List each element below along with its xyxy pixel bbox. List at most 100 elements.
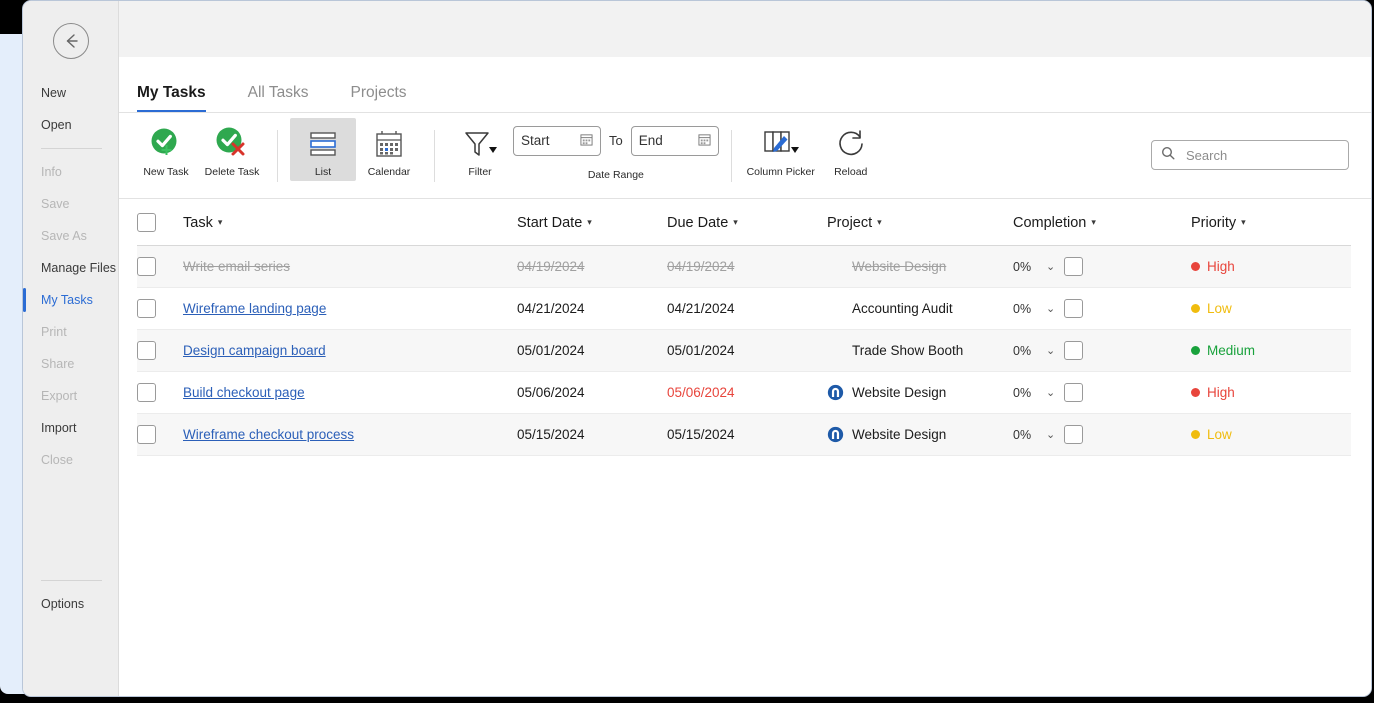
table-row[interactable]: Wireframe checkout process 05/15/2024 05/1…: [137, 413, 1351, 456]
sidebar-item-import[interactable]: Import: [23, 412, 118, 444]
completion-percent: 0%: [1013, 259, 1032, 274]
priority-label: Low: [1207, 427, 1232, 442]
completion-checkbox[interactable]: [1064, 425, 1084, 444]
sidebar-item-new[interactable]: New: [23, 77, 118, 109]
sidebar-divider: [41, 580, 102, 581]
row-checkbox[interactable]: [137, 383, 156, 402]
search-input[interactable]: [1184, 146, 1339, 164]
column-header-due_date[interactable]: Due Date ▾: [667, 199, 827, 246]
calendar-picker-icon[interactable]: [698, 133, 711, 149]
priority-cell: Low: [1191, 287, 1351, 330]
funnel-icon: [461, 124, 499, 164]
column-header-priority[interactable]: Priority ▾: [1191, 199, 1351, 246]
chevron-down-icon[interactable]: ⌄: [1046, 344, 1055, 357]
delete-task-button[interactable]: Delete Task: [199, 118, 265, 178]
column-header-task[interactable]: Task ▾: [183, 199, 517, 246]
sidebar-item-info: Info: [41, 165, 62, 179]
ribbon-group-views: List Calendar: [290, 117, 422, 194]
sidebar-item-options[interactable]: Options: [23, 588, 118, 620]
table-row[interactable]: Design campaign board 05/01/2024 05/01/202…: [137, 329, 1351, 372]
table-row[interactable]: Wireframe landing page 04/21/2024 04/21/20…: [137, 287, 1351, 330]
end-date-field[interactable]: End: [630, 125, 719, 156]
date-range-group: Start To End Date Range: [513, 118, 719, 194]
reload-button[interactable]: Reload: [818, 118, 884, 178]
completion-percent: 0%: [1013, 301, 1032, 316]
completion-cell: 0% ⌄: [1013, 245, 1191, 288]
sidebar-item-my-tasks[interactable]: My Tasks: [23, 284, 118, 316]
completion-checkbox[interactable]: [1064, 257, 1084, 276]
new-task-button[interactable]: New Task: [133, 118, 199, 178]
column-header-label: Task: [183, 214, 213, 231]
column-header-start_date[interactable]: Start Date ▾: [517, 199, 667, 246]
sidebar-item-save: Save: [41, 197, 70, 211]
calendar-icon: [373, 124, 405, 164]
row-checkbox[interactable]: [137, 425, 156, 444]
start-date-value: 04/19/2024: [517, 259, 585, 274]
calendar-view-button[interactable]: Calendar: [356, 118, 422, 178]
back-button[interactable]: [52, 23, 89, 59]
due-date-cell: 05/06/2024: [667, 371, 827, 414]
table-row[interactable]: Write email series 04/19/2024 04/19/2024 We…: [137, 245, 1351, 288]
sort-caret-icon[interactable]: ▾: [1241, 217, 1246, 227]
task-name-link[interactable]: Wireframe checkout process: [183, 427, 354, 442]
search-box[interactable]: [1151, 140, 1349, 170]
task-name-link[interactable]: Design campaign board: [183, 343, 326, 358]
priority-wrapper: High: [1191, 259, 1351, 274]
sort-caret-icon[interactable]: ▾: [877, 217, 882, 227]
sidebar-item-open[interactable]: Open: [23, 109, 118, 141]
select-all-checkbox[interactable]: [137, 213, 156, 232]
table-row[interactable]: Build checkout page 05/06/2024 05/06/2024 W…: [137, 371, 1351, 414]
column-header-completion[interactable]: Completion ▾: [1013, 199, 1191, 246]
sort-caret-icon[interactable]: ▾: [1091, 217, 1096, 227]
priority-dot-icon: [1191, 388, 1200, 397]
calendar-view-label: Calendar: [367, 165, 411, 178]
chevron-down-icon[interactable]: ⌄: [1046, 302, 1055, 315]
task-name-link[interactable]: Build checkout page: [183, 385, 305, 400]
row-checkbox[interactable]: [137, 341, 156, 360]
tab-all-tasks[interactable]: All Tasks: [248, 84, 309, 112]
task-name-link[interactable]: Write email series: [183, 259, 290, 274]
sort-caret-icon[interactable]: ▾: [587, 217, 592, 227]
completion-checkbox[interactable]: [1064, 299, 1084, 318]
completion-checkbox[interactable]: [1064, 341, 1084, 360]
sort-caret-icon[interactable]: ▾: [218, 217, 223, 227]
sidebar-item-manage-files[interactable]: Manage Files: [23, 252, 118, 284]
project-wrapper: Website Design: [827, 384, 1013, 401]
tab-projects[interactable]: Projects: [351, 84, 407, 112]
due-date-value: 05/06/2024: [667, 385, 735, 400]
project-wrapper: Trade Show Booth: [827, 342, 1013, 359]
chevron-down-icon[interactable]: ⌄: [1046, 386, 1055, 399]
chevron-down-icon[interactable]: ⌄: [1046, 428, 1055, 441]
task-name-link[interactable]: Wireframe landing page: [183, 301, 326, 316]
priority-label: High: [1207, 385, 1235, 400]
column-picker-button[interactable]: Column Picker: [744, 118, 818, 178]
window-title-strip: [119, 1, 1371, 57]
start-date-cell: 05/01/2024: [517, 329, 667, 372]
ribbon-group-columns: Column Picker Reload: [744, 118, 884, 194]
completion-percent: 0%: [1013, 427, 1032, 442]
completion-cell: 0% ⌄: [1013, 413, 1191, 456]
column-picker-pencil-icon: [760, 124, 802, 164]
list-view-button[interactable]: List: [290, 117, 356, 181]
chevron-down-icon[interactable]: ⌄: [1046, 260, 1055, 273]
calendar-picker-icon[interactable]: [580, 133, 593, 149]
project-name: Website Design: [852, 385, 947, 400]
start-date-field[interactable]: Start: [513, 125, 601, 156]
due-date-value: 04/19/2024: [667, 259, 735, 274]
completion-checkbox[interactable]: [1064, 383, 1084, 402]
row-checkbox[interactable]: [137, 299, 156, 318]
sort-caret-icon[interactable]: ▾: [733, 217, 738, 227]
task-name-cell: Write email series: [183, 245, 517, 288]
due-date-cell: 05/01/2024: [667, 329, 827, 372]
due-date-value: 05/01/2024: [667, 343, 735, 358]
filter-button[interactable]: Filter: [447, 118, 513, 178]
task-table-head: Task ▾ Start Date ▾ Due Date ▾ Project ▾ Complet…: [137, 199, 1351, 246]
row-checkbox[interactable]: [137, 257, 156, 276]
tab-my-tasks[interactable]: My Tasks: [137, 84, 206, 112]
due-date-cell: 05/15/2024: [667, 413, 827, 456]
column-header-project[interactable]: Project ▾: [827, 199, 1013, 246]
project-avatar-icon: [827, 426, 844, 443]
priority-wrapper: High: [1191, 385, 1351, 400]
sidebar-item-export: Export: [41, 389, 78, 403]
due-date-cell: 04/21/2024: [667, 287, 827, 330]
